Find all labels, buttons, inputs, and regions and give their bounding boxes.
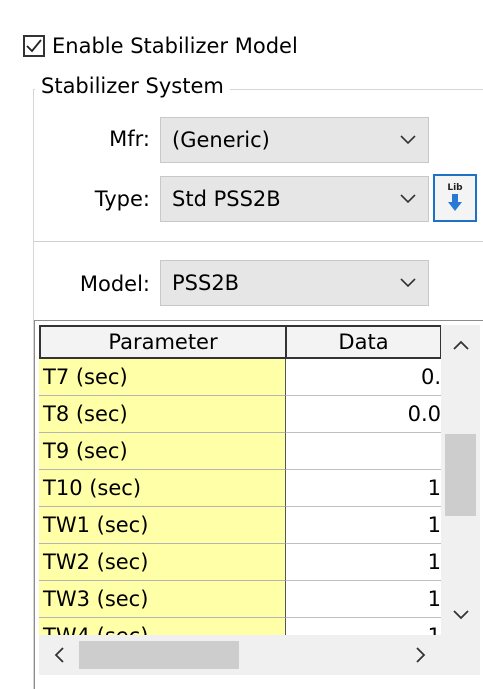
vertical-scrollbar[interactable]: [441, 325, 480, 635]
grid-viewport: Parameter Data T7 (sec) 0. T8 (sec) 0.0 T9 (…: [39, 325, 441, 670]
lib-text: Lib: [447, 183, 463, 193]
chevron-down-icon: [388, 135, 428, 145]
table-row[interactable]: T10 (sec) 1: [39, 470, 441, 507]
type-label: Type:: [94, 187, 150, 211]
table-row[interactable]: TW3 (sec) 1: [39, 581, 441, 618]
horizontal-scroll-thumb[interactable]: [79, 641, 239, 669]
scroll-right-icon[interactable]: [401, 635, 441, 675]
stabilizer-panel: Enable Stabilizer Model Stabilizer Syste…: [0, 0, 483, 689]
library-button[interactable]: Lib: [433, 174, 477, 222]
column-header-data[interactable]: Data: [286, 325, 441, 359]
checkmark-icon: [26, 39, 42, 53]
scroll-left-icon[interactable]: [39, 635, 79, 675]
divider: [33, 241, 483, 242]
column-header-parameter[interactable]: Parameter: [39, 325, 286, 359]
group-title: Stabilizer System: [35, 74, 230, 98]
model-label: Model:: [79, 272, 150, 296]
parameter-cell[interactable]: T8 (sec): [39, 396, 286, 433]
chevron-down-icon: [388, 194, 428, 204]
scrollbar-corner: [441, 635, 480, 675]
table-row[interactable]: T9 (sec): [39, 433, 441, 470]
mfr-label: Mfr:: [109, 127, 150, 151]
table-row[interactable]: T8 (sec) 0.0: [39, 396, 441, 433]
data-cell[interactable]: 1: [286, 470, 441, 507]
table-row[interactable]: TW2 (sec) 1: [39, 544, 441, 581]
chevron-down-icon: [388, 278, 428, 288]
checkbox-box[interactable]: [23, 35, 45, 57]
data-cell[interactable]: 1: [286, 507, 441, 544]
mfr-value: (Generic): [172, 128, 270, 152]
parameter-cell[interactable]: TW3 (sec): [39, 581, 286, 618]
data-cell[interactable]: 1: [286, 544, 441, 581]
grid-header: Parameter Data: [39, 325, 441, 359]
horizontal-scrollbar[interactable]: [39, 635, 441, 675]
model-value: PSS2B: [172, 271, 240, 295]
model-dropdown[interactable]: PSS2B: [160, 260, 429, 306]
parameter-cell[interactable]: T10 (sec): [39, 470, 286, 507]
parameter-grid: Parameter Data T7 (sec) 0. T8 (sec) 0.0 T9 (…: [34, 320, 483, 689]
enable-stabilizer-label: Enable Stabilizer Model: [52, 34, 298, 58]
table-row[interactable]: TW1 (sec) 1: [39, 507, 441, 544]
parameter-cell[interactable]: TW2 (sec): [39, 544, 286, 581]
data-cell[interactable]: 0.: [286, 359, 441, 396]
scroll-down-icon[interactable]: [441, 595, 480, 635]
data-cell[interactable]: 1: [286, 581, 441, 618]
down-arrow-icon: [448, 194, 462, 211]
parameter-cell[interactable]: TW1 (sec): [39, 507, 286, 544]
parameter-cell[interactable]: T9 (sec): [39, 433, 286, 470]
grid-body: T7 (sec) 0. T8 (sec) 0.0 T9 (sec) T10 (sec) 1 T…: [39, 359, 441, 655]
type-dropdown[interactable]: Std PSS2B: [160, 176, 429, 222]
data-cell[interactable]: [286, 433, 441, 470]
vertical-scroll-thumb[interactable]: [445, 434, 476, 516]
mfr-dropdown[interactable]: (Generic): [160, 117, 429, 163]
enable-stabilizer-checkbox[interactable]: Enable Stabilizer Model: [23, 31, 298, 61]
parameter-cell[interactable]: T7 (sec): [39, 359, 286, 396]
table-row[interactable]: T7 (sec) 0.: [39, 359, 441, 396]
type-value: Std PSS2B: [172, 187, 281, 211]
data-cell[interactable]: 0.0: [286, 396, 441, 433]
scroll-up-icon[interactable]: [441, 325, 480, 365]
